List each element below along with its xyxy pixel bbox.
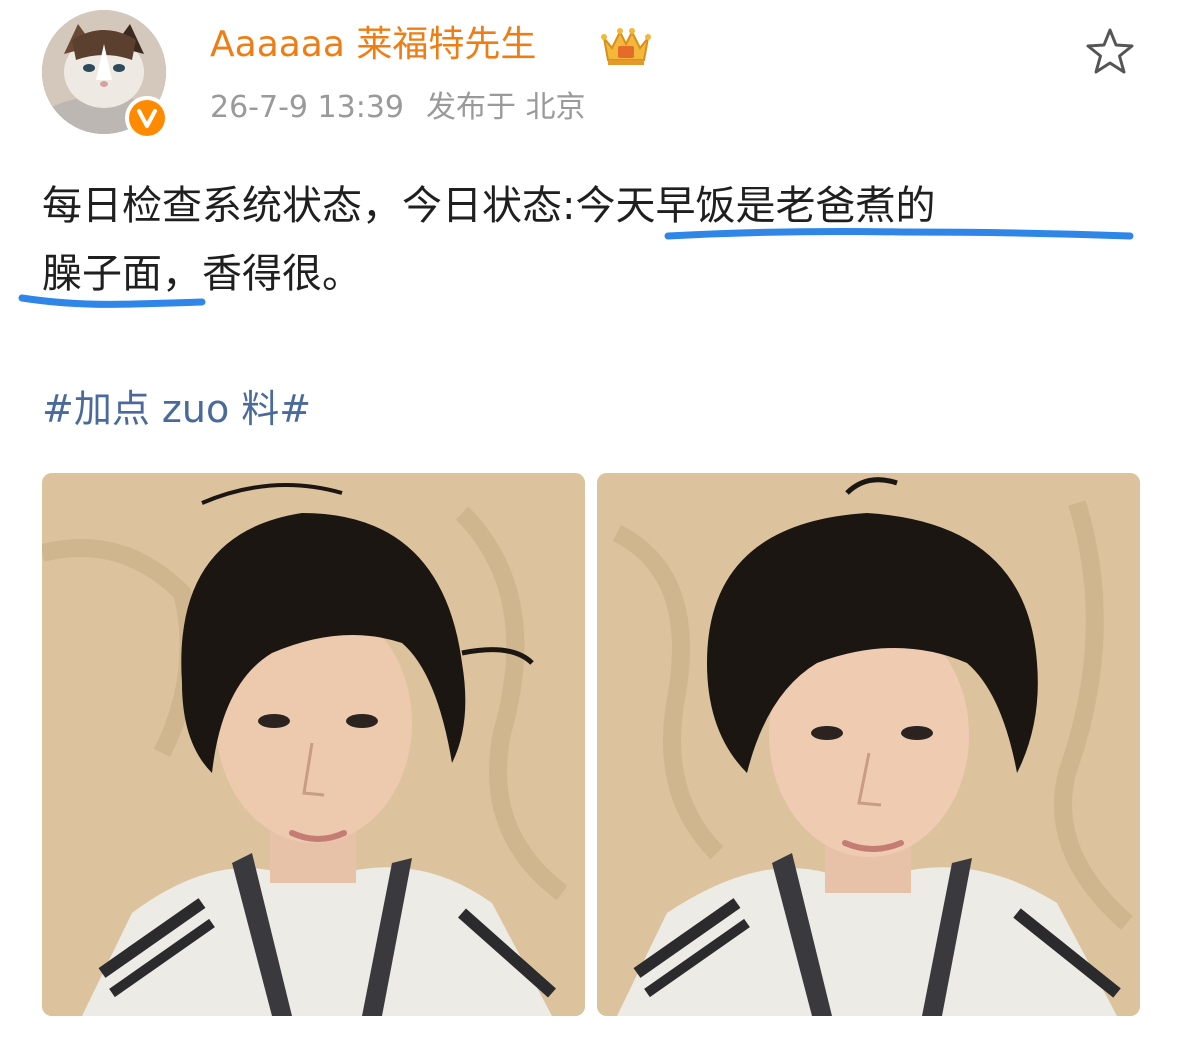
selfie-photo-icon [42, 473, 585, 1016]
hand-drawn-underline [18, 294, 206, 308]
post-text-part1: 每日检查系统状态，今日状态: [42, 183, 576, 229]
hand-drawn-underline [664, 228, 1134, 240]
verified-v-icon [129, 100, 165, 136]
post-image-1[interactable] [42, 473, 585, 1016]
post-meta: 26-7-9 13:39 发布于 北京 [210, 86, 586, 130]
hashtag-link[interactable]: #加点 zuo 料# [42, 382, 311, 436]
selfie-photo-icon [597, 473, 1140, 1016]
post-text-part2: 香得很。 [202, 251, 362, 297]
verified-badge [125, 96, 169, 140]
post-date: 26-7-9 13:39 [210, 90, 404, 125]
post-location: 发布于 北京 [426, 90, 586, 125]
crown-vip-icon[interactable] [598, 24, 654, 68]
star-outline-icon[interactable] [1084, 26, 1136, 76]
post-image-2[interactable] [597, 473, 1140, 1016]
author-name[interactable]: Aaaaaa 莱福特先生 [210, 20, 536, 70]
